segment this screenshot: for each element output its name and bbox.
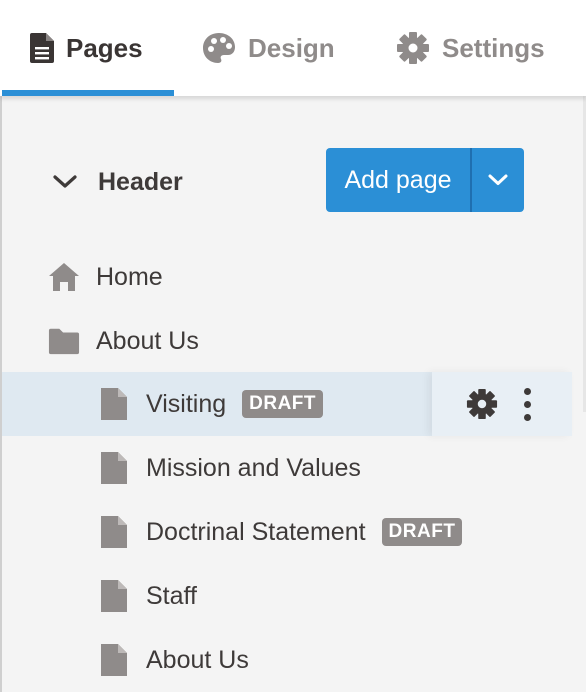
home-icon — [48, 262, 80, 292]
draft-badge: DRAFT — [242, 390, 324, 418]
tree-item-about-us-page[interactable]: About Us — [98, 628, 249, 692]
page-icon — [98, 579, 130, 613]
tree-item-staff[interactable]: Staff — [98, 564, 197, 628]
tree-item-about-us-folder[interactable]: About Us — [48, 309, 199, 373]
tab-design[interactable]: Design — [202, 0, 335, 96]
tree-item-doctrinal-statement[interactable]: Doctrinal Statement DRAFT — [98, 500, 463, 564]
tree-item-label: Staff — [146, 581, 197, 610]
tree-item-label: About Us — [96, 326, 199, 355]
row-actions — [432, 372, 572, 436]
page-settings-gear-icon[interactable] — [466, 388, 498, 420]
page-icon — [98, 451, 130, 485]
more-options-kebab-icon[interactable] — [524, 387, 531, 421]
folder-icon — [48, 327, 80, 355]
tab-design-label: Design — [248, 32, 335, 63]
document-icon — [30, 33, 54, 63]
chevron-down-icon — [487, 173, 509, 187]
active-tab-indicator — [2, 90, 174, 96]
section-toggle-header[interactable]: Header — [52, 162, 183, 202]
page-icon — [98, 515, 130, 549]
palette-icon — [202, 32, 236, 64]
page-icon — [98, 643, 130, 677]
tree-item-home[interactable]: Home — [48, 245, 163, 309]
section-label: Header — [98, 167, 183, 196]
tab-pages-label: Pages — [66, 32, 143, 63]
add-page-dropdown-button[interactable] — [472, 148, 524, 212]
tree-item-label: Home — [96, 262, 163, 291]
tree-item-label: Mission and Values — [146, 453, 361, 482]
tree-item-label: About Us — [146, 645, 249, 674]
draft-badge: DRAFT — [381, 518, 463, 546]
tree-item-label: Visiting — [146, 389, 227, 418]
tree-item-label: Doctrinal Statement — [146, 517, 366, 546]
gear-icon — [396, 31, 430, 65]
add-page-split-button: Add page — [326, 148, 524, 212]
page-icon — [98, 387, 130, 421]
tab-settings-label: Settings — [442, 32, 545, 63]
chevron-down-icon — [52, 174, 78, 190]
tab-settings[interactable]: Settings — [396, 0, 545, 96]
tree-item-mission-and-values[interactable]: Mission and Values — [98, 436, 361, 500]
tab-pages[interactable]: Pages — [30, 0, 143, 96]
top-tab-bar: Pages Design Settings — [0, 0, 586, 96]
tree-item-visiting[interactable]: Visiting DRAFT — [98, 372, 324, 436]
add-page-button[interactable]: Add page — [326, 148, 470, 212]
